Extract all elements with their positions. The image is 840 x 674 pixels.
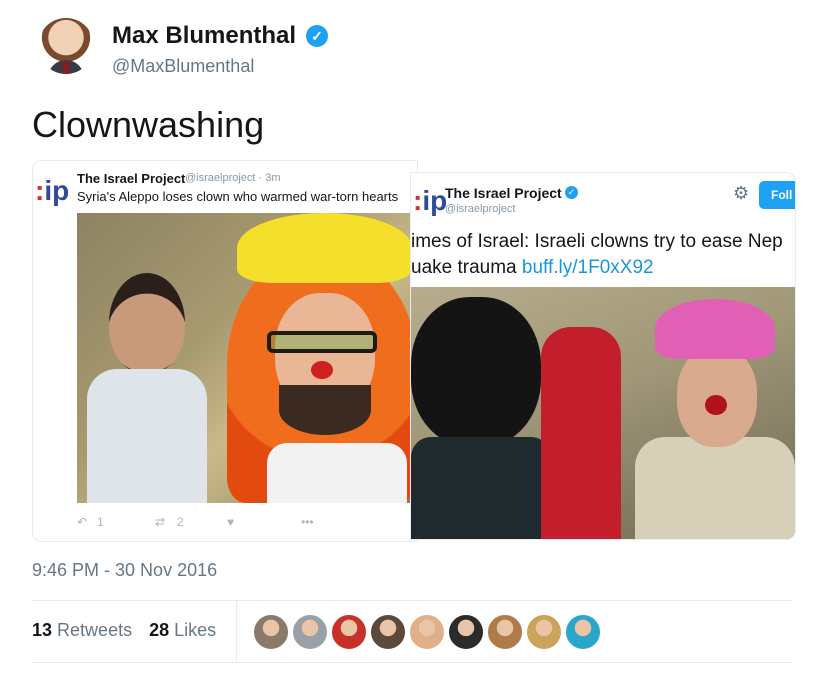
clown-photo-aleppo (77, 213, 413, 503)
liker-avatar[interactable] (253, 614, 289, 650)
embedded-author-name: The Israel Project (445, 185, 562, 201)
likes-label[interactable]: Likes (174, 620, 216, 640)
liker-avatar[interactable] (526, 614, 562, 650)
clown-photo-nepal (411, 287, 795, 539)
embedded-tweet-link: buff.ly/1F0xX92 (521, 257, 654, 278)
liker-avatar[interactable] (448, 614, 484, 650)
embedded-author-name: The Israel Project (77, 171, 186, 186)
liker-avatar[interactable] (292, 614, 328, 650)
israel-project-logo: :ip (413, 185, 448, 216)
author-name[interactable]: Max Blumenthal (112, 22, 296, 50)
tweet-timestamp[interactable]: 9:46 PM - 30 Nov 2016 (32, 560, 217, 581)
reply-icon: ↶ (77, 515, 88, 529)
embedded-handle-time: @israelproject · 3m (185, 172, 281, 184)
divider (32, 662, 792, 663)
clown-figure (635, 287, 795, 539)
gear-icon: ⚙ (733, 183, 750, 203)
liker-avatar[interactable] (370, 614, 406, 650)
embedded-tweet-text-line1: imes of Israel: Israeli clowns try to ea… (411, 231, 783, 252)
likes-count[interactable]: 28 (149, 620, 169, 640)
retweets-label[interactable]: Retweets (57, 620, 132, 640)
tweet-stats: 13 Retweets 28 Likes (32, 620, 216, 641)
divider (32, 600, 792, 601)
stats-divider (236, 600, 237, 662)
israel-project-logo: :ip (35, 175, 70, 206)
embedded-handle: @israelproject (445, 203, 516, 215)
retweets-count[interactable]: 13 (32, 620, 52, 640)
embedded-tweet-text: Syria's Aleppo loses clown who warmed wa… (77, 189, 399, 204)
man-figure (87, 273, 207, 503)
avatar-tie (63, 62, 69, 74)
retweet-icon: ⇄ (155, 515, 166, 529)
author-handle[interactable]: @MaxBlumenthal (112, 56, 254, 77)
tweet-text: Clownwashing (32, 104, 265, 145)
verified-badge-icon: ✓ (306, 25, 328, 47)
clown-figure (227, 213, 413, 503)
follow-button: Foll (759, 181, 795, 209)
reply-count: 1 (97, 515, 104, 529)
liker-avatar[interactable] (409, 614, 445, 650)
author-avatar[interactable] (38, 18, 94, 74)
liker-avatar[interactable] (331, 614, 367, 650)
girl-figure (531, 287, 641, 539)
liker-avatar[interactable] (487, 614, 523, 650)
embedded-image-right[interactable]: :ip The Israel Project ✓ @israelproject … (410, 172, 796, 540)
embedded-tweet-text-line2: uake trauma buff.ly/1F0xX92 (411, 257, 654, 278)
more-icon: ••• (301, 515, 314, 529)
like-icon: ♥ (227, 515, 235, 529)
verified-badge-icon: ✓ (565, 186, 578, 199)
liker-avatar[interactable] (565, 614, 601, 650)
embedded-image-left[interactable]: :ip The Israel Project @israelproject · … (32, 160, 418, 542)
retweet-count: 2 (177, 515, 184, 529)
boy-figure (411, 287, 551, 539)
